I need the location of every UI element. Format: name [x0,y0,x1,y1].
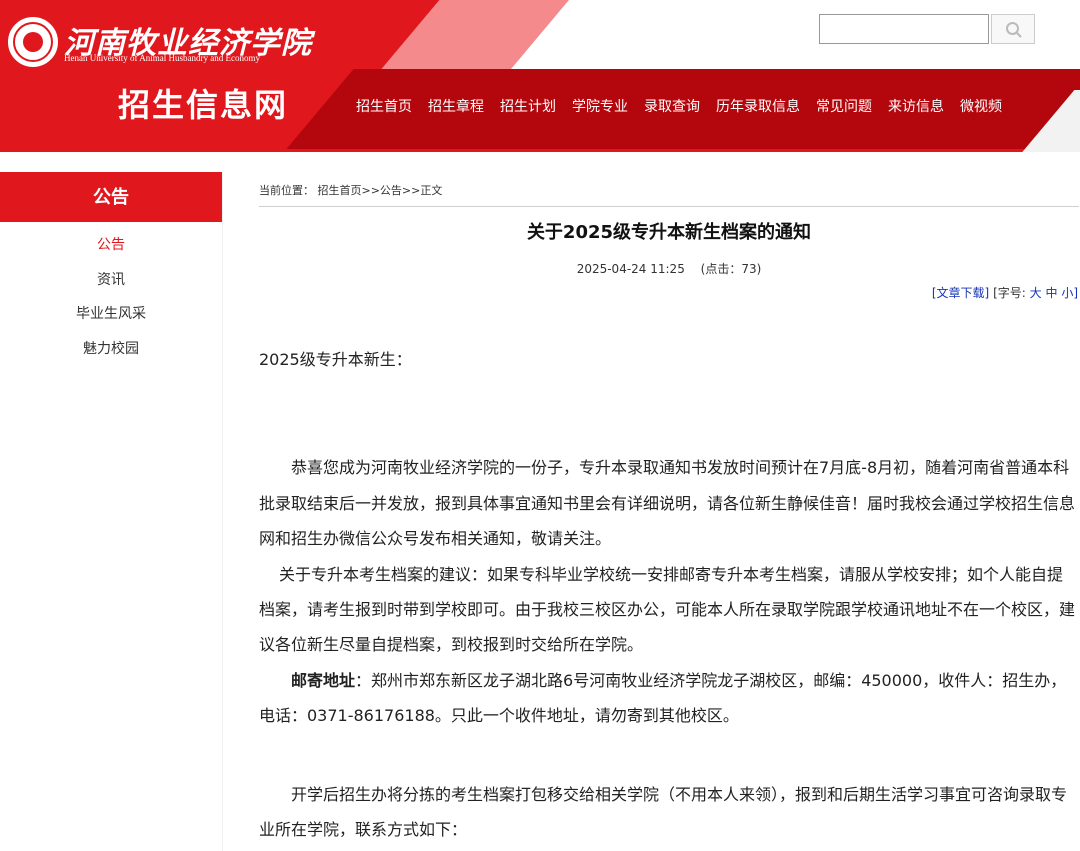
article-meta: 2025-04-24 11:25 (点击：73) [259,260,1079,277]
nav-item-plan[interactable]: 招生计划 [492,96,564,118]
site-header: 河南牧业经济学院 Henan University of Animal Husb… [0,0,1080,152]
click-count: 73 [741,262,757,276]
school-seal-logo[interactable] [8,17,58,67]
font-size-large-link[interactable]: 大 [1030,286,1042,300]
search-button[interactable] [991,14,1035,44]
article-greeting: 2025级专升本新生： [259,350,412,369]
nav-item-visit[interactable]: 来访信息 [880,96,952,118]
address-label: 邮寄地址 [291,670,356,690]
article-clicks: (点击：73) [700,262,762,276]
font-size-label: [字号: [993,286,1026,300]
nav-item-majors[interactable]: 学院专业 [564,96,636,118]
sidebar-item-campus[interactable]: 魅力校园 [0,332,222,367]
site-title[interactable]: 招生信息网 [118,80,288,126]
sidebar-item-graduates[interactable]: 毕业生风采 [0,297,222,332]
font-size-medium-link[interactable]: 中 [1045,286,1057,300]
article-title: 关于2025级专升本新生档案的通知 [526,222,812,243]
breadcrumb-label: 当前位置： [259,184,314,197]
sidebar: 公告 公告 资讯 毕业生风采 魅力校园 [0,172,223,851]
school-name-english: Henan University of Animal Husbandry and… [64,53,260,63]
nav-item-admission-query[interactable]: 录取查询 [636,96,708,118]
breadcrumb: 当前位置： 招生首页>>公告>>正文 [259,182,1079,207]
sidebar-list: 公告 资讯 毕业生风采 魅力校园 [0,222,222,366]
sidebar-title: 公告 [0,172,222,222]
article-paragraph: 邮寄地址：郑州市郑东新区龙子湖北路6号河南牧业经济学院龙子湖校区，邮编：4500… [259,663,1077,734]
nav-item-history[interactable]: 历年录取信息 [708,96,808,118]
main-nav: 招生首页 招生章程 招生计划 学院专业 录取查询 历年录取信息 常见问题 来访信… [348,96,1010,118]
sidebar-item-announcements[interactable]: 公告 [0,228,222,263]
article-tools: [文章下载] [字号: 大 中 小] [932,284,1078,301]
download-article-link[interactable]: [文章下载] [932,286,989,300]
search-icon [1006,22,1022,38]
nav-item-faq[interactable]: 常见问题 [808,96,880,118]
breadcrumb-path[interactable]: 招生首页>>公告>>正文 [318,184,443,197]
nav-item-video[interactable]: 微视频 [952,96,1010,118]
font-size-small-link[interactable]: 小] [1061,286,1078,300]
main-content: 当前位置： 招生首页>>公告>>正文 关于2025级专升本新生档案的通知 202… [259,172,1080,851]
nav-item-home[interactable]: 招生首页 [348,96,420,118]
article-paragraph: 关于专升本考生档案的建议：如果专科毕业学校统一安排邮寄专升本考生档案，请服从学校… [259,564,1076,655]
address-text: ：郑州市郑东新区龙子湖北路6号河南牧业经济学院龙子湖校区，邮编：450000，收… [259,670,1067,726]
sidebar-item-news[interactable]: 资讯 [0,263,222,298]
article-body: 2025级专升本新生： 恭喜您成为河南牧业经济学院的一份子，专升本录取通知书发放… [259,342,1077,847]
nav-item-charter[interactable]: 招生章程 [420,96,492,118]
article-datetime: 2025-04-24 11:25 [576,262,685,276]
article-paragraph: 恭喜您成为河南牧业经济学院的一份子，专升本录取通知书发放时间预计在7月底-8月初… [259,458,1076,549]
article-paragraph: 开学后招生办将分拣的考生档案打包移交给相关学院（不用本人来领），报到和后期生活学… [259,784,1068,840]
search-input[interactable] [819,14,989,44]
